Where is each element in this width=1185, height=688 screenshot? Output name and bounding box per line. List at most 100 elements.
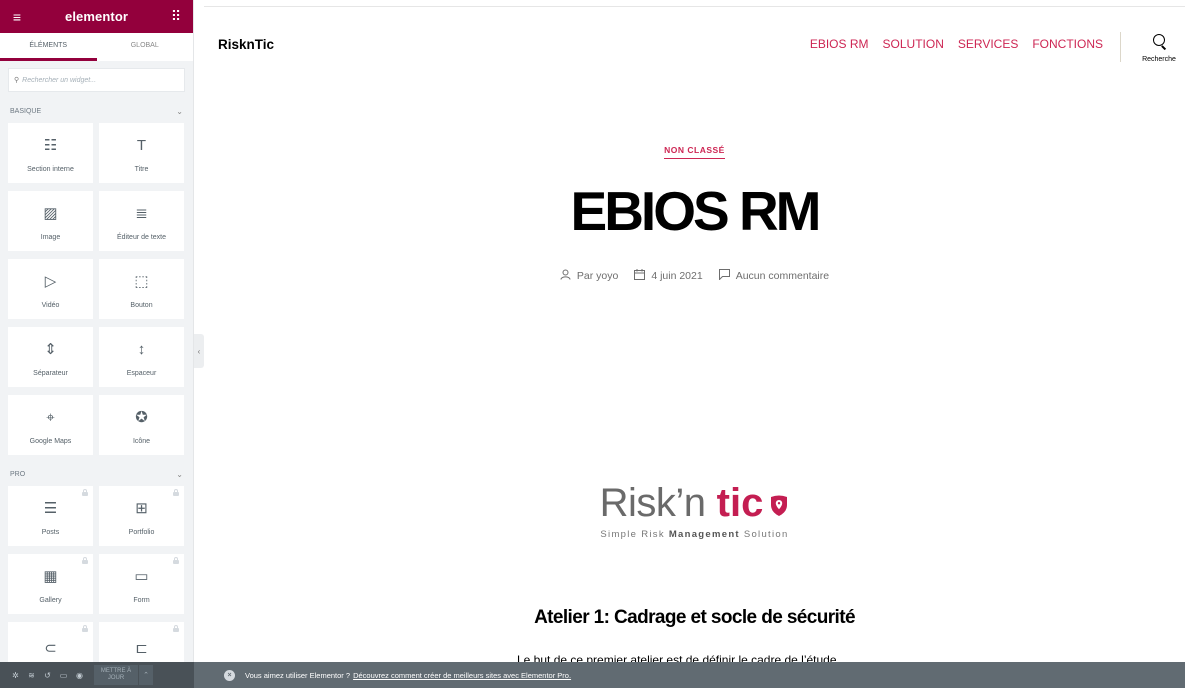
category-link[interactable]: NON CLASSÉ (664, 145, 725, 159)
post-category: NON CLASSÉ (204, 140, 1185, 159)
widget-card[interactable]: ▷ Vidéo (8, 259, 93, 319)
close-promo-icon[interactable]: × (224, 669, 235, 681)
settings-icon[interactable]: ✲ (8, 671, 23, 680)
collapse-panel-button[interactable]: ‹ (194, 334, 204, 368)
panel-tabs: ÉLÉMENTS GLOBAL (0, 33, 193, 61)
widget-card[interactable]: ⌖ Google Maps (8, 395, 93, 455)
widget-label: Google Maps (29, 438, 72, 445)
category-title: BASIQUE (10, 107, 42, 115)
columns-icon: ☷ (43, 137, 58, 154)
nav-fonctions[interactable]: FONCTIONS (1032, 37, 1103, 51)
widget-card[interactable]: ☰ Posts (8, 486, 93, 546)
navigator-icon[interactable]: ≋ (24, 671, 39, 680)
category-basic-header[interactable]: BASIQUE ⌄ (0, 100, 193, 122)
chevron-down-icon: ⌄ (176, 106, 183, 116)
search-icon (1151, 34, 1167, 50)
primary-nav: EBIOS RM SOLUTION SERVICES FONCTIONS (810, 37, 1103, 51)
logo-tic-text: tic (716, 481, 764, 525)
section-heading: Atelier 1: Cadrage et socle de sécurité (534, 607, 855, 628)
logo-tagline: Simple Risk Management Solution (600, 529, 789, 540)
lock-icon (173, 557, 179, 564)
widget-card[interactable]: ▭ Form (99, 554, 184, 614)
widget-label: Vidéo (41, 302, 60, 309)
widget-label: Posts (41, 529, 60, 536)
widget-label: Bouton (130, 302, 153, 309)
promo-text: Vous aimez utiliser Elementor ? (245, 670, 351, 680)
save-options-caret[interactable]: ⌃ (139, 665, 153, 685)
nav-ebios-rm[interactable]: EBIOS RM (810, 37, 869, 51)
preview-eye-icon[interactable]: ◉ (72, 671, 87, 680)
tab-global[interactable]: GLOBAL (97, 33, 194, 61)
post-author[interactable]: Par yoyo (560, 269, 618, 283)
post-meta: Par yoyo 4 juin 2021 Aucun commentaire (204, 269, 1185, 283)
widget-card[interactable]: ▦ Gallery (8, 554, 93, 614)
shield-pin-icon (769, 481, 789, 516)
widgets-grid-icon[interactable]: ⠿ (169, 8, 183, 25)
heading-icon: T (136, 136, 147, 154)
update-button[interactable]: METTRE À JOUR (94, 665, 138, 685)
lock-icon (173, 625, 179, 632)
lock-icon (82, 557, 88, 564)
panel-header: ≡ elementor ⠿ (0, 0, 193, 33)
nav-solution[interactable]: SOLUTION (883, 37, 944, 51)
nav-divider (1120, 32, 1121, 62)
lock-icon (173, 489, 179, 496)
user-icon (560, 269, 571, 283)
calendar-icon (634, 269, 646, 283)
widget-card[interactable]: ▨ Image (8, 191, 93, 251)
pro-widgets-grid: ☰ Posts ⊞ Portfolio ▦ Gallery ▭ Form ⊂ ⊏ (0, 486, 193, 682)
responsive-icon[interactable]: ▭ (56, 671, 71, 680)
widget-search-placeholder: Rechercher un widget... (22, 76, 97, 84)
widget-label: Portfolio (128, 529, 155, 536)
widget-card[interactable]: ⊞ Portfolio (99, 486, 184, 546)
comment-icon (718, 269, 730, 283)
promo-link[interactable]: Découvrez comment créer de meilleurs sit… (353, 671, 571, 680)
panel-footer: ✲ ≋ ↺ ▭ ◉ METTRE À JOUR ⌃ (0, 662, 194, 688)
video-icon: ▷ (44, 273, 57, 290)
site-logo[interactable]: RisknTic (218, 37, 274, 52)
logo-wordmark: Risk’n tic (204, 480, 1185, 526)
widget-card[interactable]: ↕ Espaceur (99, 327, 184, 387)
widget-card[interactable]: T Titre (99, 123, 184, 183)
risk-n-tic-logo-image: Risk’n tic Simple Risk Management Soluti… (204, 480, 1185, 540)
logo-risk-text: Risk’n (599, 481, 706, 525)
posts-icon: ☰ (43, 500, 58, 517)
post-author-text: Par yoyo (576, 270, 619, 282)
image-icon: ▨ (43, 205, 58, 222)
update-label: METTRE À JOUR (100, 668, 132, 681)
body-paragraph: Le but de ce premier atelier est de défi… (517, 653, 837, 662)
post-date-text: 4 juin 2021 (651, 270, 703, 282)
post-comments[interactable]: Aucun commentaire (718, 269, 829, 283)
widget-card[interactable]: ⇕ Séparateur (8, 327, 93, 387)
login-icon: ⊂ (44, 639, 57, 657)
site-header: RisknTic EBIOS RM SOLUTION SERVICES FONC… (204, 0, 1185, 70)
history-icon[interactable]: ↺ (40, 671, 55, 680)
widget-label: Icône (132, 438, 151, 445)
menu-icon[interactable]: ≡ (10, 9, 24, 25)
widget-label: Séparateur (33, 370, 68, 377)
elementor-logo: elementor (64, 9, 129, 24)
nav-services[interactable]: SERVICES (958, 37, 1018, 51)
widget-card[interactable]: ⬚ Bouton (99, 259, 184, 319)
widget-search-input[interactable]: ⚲ Rechercher un widget... (8, 68, 185, 92)
widget-label: Titre (134, 166, 149, 173)
lock-icon (82, 489, 88, 496)
widget-card[interactable]: ≣ Éditeur de texte (99, 191, 184, 251)
widget-label: Éditeur de texte (116, 234, 167, 241)
search-toggle[interactable]: Recherche (1136, 34, 1182, 63)
post-date[interactable]: 4 juin 2021 (634, 269, 703, 283)
map-icon: ⌖ (46, 408, 55, 426)
widget-label: Section interne (27, 166, 74, 173)
category-pro-header[interactable]: PRO ⌄ (0, 463, 193, 485)
site-preview: RisknTic EBIOS RM SOLUTION SERVICES FONC… (204, 0, 1185, 662)
widget-card[interactable]: ✪ Icône (99, 395, 184, 455)
chevron-down-icon: ⌄ (176, 469, 183, 479)
button-icon: ⬚ (134, 273, 149, 290)
widget-label: Form (133, 597, 150, 604)
search-icon: ⚲ (14, 77, 20, 84)
category-title: PRO (10, 470, 26, 478)
tab-elements[interactable]: ÉLÉMENTS (0, 33, 97, 61)
promo-bar: × Vous aimez utiliser Elementor ? Découv… (194, 662, 1185, 688)
widget-card[interactable]: ☷ Section interne (8, 123, 93, 183)
slides-icon: ⊏ (135, 639, 148, 657)
